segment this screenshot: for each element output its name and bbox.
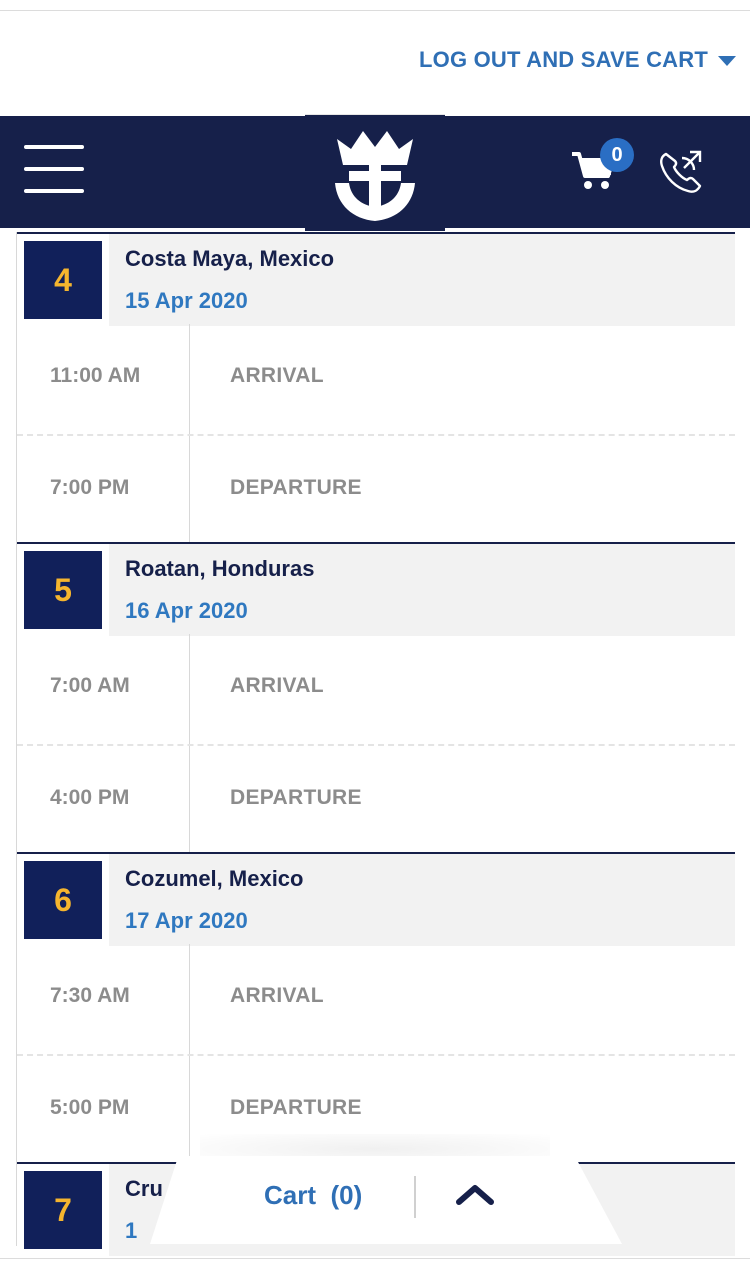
day-info: Roatan, Honduras 16 Apr 2020 (109, 544, 735, 636)
itinerary-day: 6 Cozumel, Mexico 17 Apr 2020 7:30 AM AR… (16, 852, 735, 1162)
schedule-row: 7:00 AM ARRIVAL (17, 634, 735, 742)
cart-summary-label[interactable]: Cart (0) (264, 1180, 362, 1211)
chevron-up-icon[interactable] (455, 1180, 495, 1208)
event-label: DEPARTURE (230, 1096, 362, 1119)
itinerary-day: 5 Roatan, Honduras 16 Apr 2020 7:00 AM A… (16, 542, 735, 854)
schedule-row: 4:00 PM DEPARTURE (17, 744, 735, 854)
hamburger-menu-icon[interactable] (24, 145, 84, 193)
schedule-row: 11:00 AM ARRIVAL (17, 324, 735, 432)
event-label: ARRIVAL (230, 984, 324, 1007)
event-time: 4:00 PM (50, 786, 130, 809)
logout-save-cart-link[interactable]: LOG OUT AND SAVE CART (419, 47, 736, 73)
phone-icon[interactable] (656, 146, 706, 196)
port-date: 17 Apr 2020 (125, 908, 248, 933)
day-info: Costa Maya, Mexico 15 Apr 2020 (109, 234, 735, 326)
event-label: ARRIVAL (230, 674, 324, 697)
schedule-row: 7:00 PM DEPARTURE (17, 434, 735, 544)
event-time: 11:00 AM (50, 364, 141, 387)
day-number: 7 (24, 1171, 102, 1249)
port-date: 15 Apr 2020 (125, 288, 248, 313)
day-number: 4 (24, 241, 102, 319)
event-time: 7:30 AM (50, 984, 130, 1007)
port-name: Roatan, Honduras (125, 556, 315, 581)
itinerary-day: 4 Costa Maya, Mexico 15 Apr 2020 11:00 A… (16, 232, 735, 544)
port-date: 1 (125, 1218, 138, 1243)
event-time: 5:00 PM (50, 1096, 130, 1119)
event-label: DEPARTURE (230, 476, 362, 499)
cart-drawer-tab[interactable] (150, 1156, 622, 1244)
bottom-divider (0, 1258, 750, 1259)
day-header: 4 Costa Maya, Mexico 15 Apr 2020 (17, 232, 735, 326)
logout-label: LOG OUT AND SAVE CART (419, 47, 708, 72)
cart-bar-divider (414, 1176, 416, 1218)
day-header: 5 Roatan, Honduras 16 Apr 2020 (17, 542, 735, 636)
port-name: Cru (125, 1176, 163, 1201)
day-header: 6 Cozumel, Mexico 17 Apr 2020 (17, 852, 735, 946)
event-label: DEPARTURE (230, 786, 362, 809)
top-navbar (0, 114, 750, 231)
day-number: 6 (24, 861, 102, 939)
event-time: 7:00 PM (50, 476, 130, 499)
port-date: 16 Apr 2020 (125, 598, 248, 623)
day-number: 5 (24, 551, 102, 629)
itinerary-list: 4 Costa Maya, Mexico 15 Apr 2020 11:00 A… (16, 232, 735, 1256)
caret-down-icon (718, 56, 736, 66)
schedule-row: 7:30 AM ARRIVAL (17, 944, 735, 1052)
event-time: 7:00 AM (50, 674, 130, 697)
port-name: Costa Maya, Mexico (125, 246, 335, 271)
cart-count-badge[interactable]: 0 (600, 138, 634, 172)
top-divider (0, 10, 750, 11)
day-info: Cozumel, Mexico 17 Apr 2020 (109, 854, 735, 946)
port-name: Cozumel, Mexico (125, 866, 304, 891)
event-label: ARRIVAL (230, 364, 324, 387)
crown-anchor-logo[interactable] (305, 114, 445, 231)
